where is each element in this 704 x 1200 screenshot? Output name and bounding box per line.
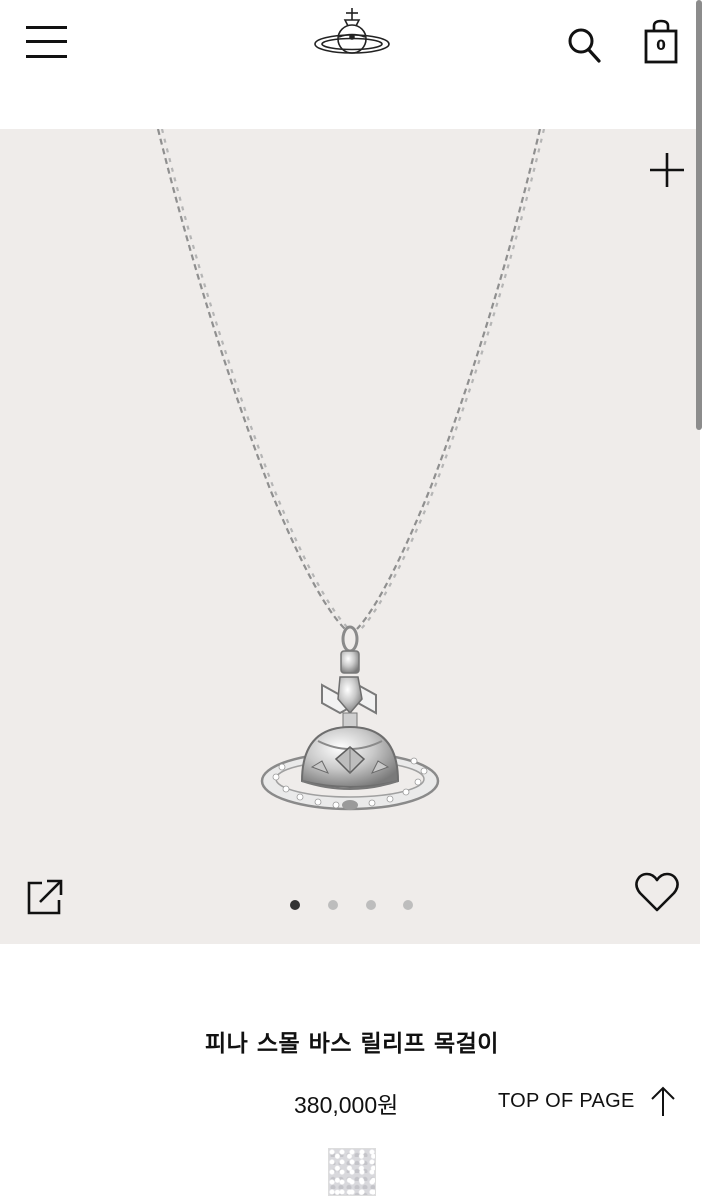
color-swatch[interactable] xyxy=(328,1148,376,1196)
plus-icon[interactable] xyxy=(646,149,688,191)
arrow-up-icon xyxy=(650,1086,675,1116)
gallery-dot-4[interactable] xyxy=(403,900,413,910)
hamburger-menu-icon[interactable] xyxy=(26,24,68,60)
shopping-bag-button[interactable]: 0 xyxy=(642,18,680,66)
product-price: 380,000원 xyxy=(294,1092,399,1118)
search-icon[interactable] xyxy=(566,26,602,64)
product-title: 피나 스몰 바스 릴리프 목걸이 xyxy=(205,1031,499,1057)
top-of-page-link[interactable]: TOP OF PAGE xyxy=(498,1084,677,1118)
gallery-pagination xyxy=(286,899,426,913)
gallery-dot-3[interactable] xyxy=(366,900,376,910)
share-icon[interactable] xyxy=(26,878,64,916)
product-image-gallery[interactable] xyxy=(0,129,700,944)
bag-count-badge: 0 xyxy=(656,38,666,54)
gallery-dot-1[interactable] xyxy=(290,900,300,910)
top-of-page-label: TOP OF PAGE xyxy=(498,1089,635,1112)
gallery-dot-2[interactable] xyxy=(328,900,338,910)
site-header: 0 xyxy=(0,0,704,129)
orb-logo-icon[interactable] xyxy=(312,6,392,64)
heart-icon[interactable] xyxy=(634,870,680,914)
page-scrollbar[interactable] xyxy=(696,0,702,430)
product-image-necklace[interactable] xyxy=(0,129,700,944)
product-info: 피나 스몰 바스 릴리프 목걸이 380,000원 TOP OF PAGE xyxy=(0,944,704,1200)
